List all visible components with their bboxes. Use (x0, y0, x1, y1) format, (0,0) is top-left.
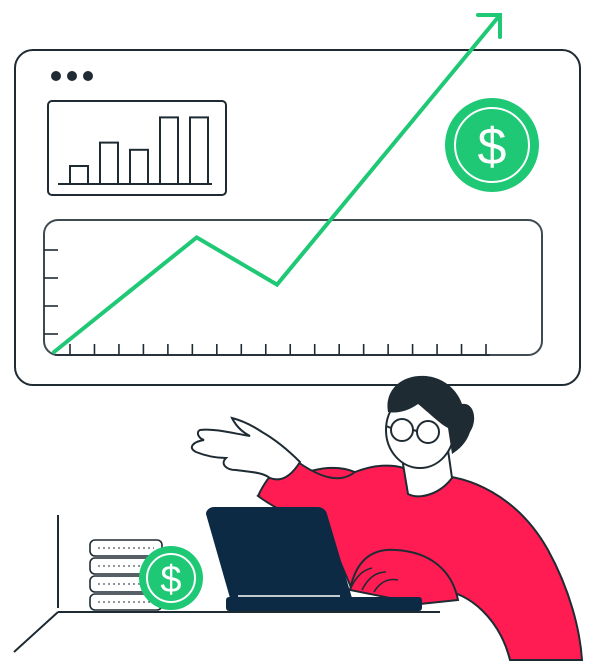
mini-bar (99, 141, 119, 186)
dollar-coin-icon: $ (139, 546, 203, 610)
desk-diagonal-edge (13, 611, 59, 653)
line-chart-panel (43, 219, 543, 356)
mini-bar (189, 116, 209, 185)
laptop-base (226, 597, 422, 611)
three-dots-icon (51, 71, 93, 81)
mini-bar (69, 165, 89, 185)
dollar-symbol-large: $ (478, 118, 507, 176)
mini-bar (129, 148, 149, 186)
dollar-coin-icon: $ (445, 98, 539, 192)
dollar-symbol-small: $ (160, 559, 181, 601)
person-hand (190, 416, 302, 481)
growth-illustration: $ $ (13, 13, 584, 661)
mini-bar (159, 116, 179, 185)
